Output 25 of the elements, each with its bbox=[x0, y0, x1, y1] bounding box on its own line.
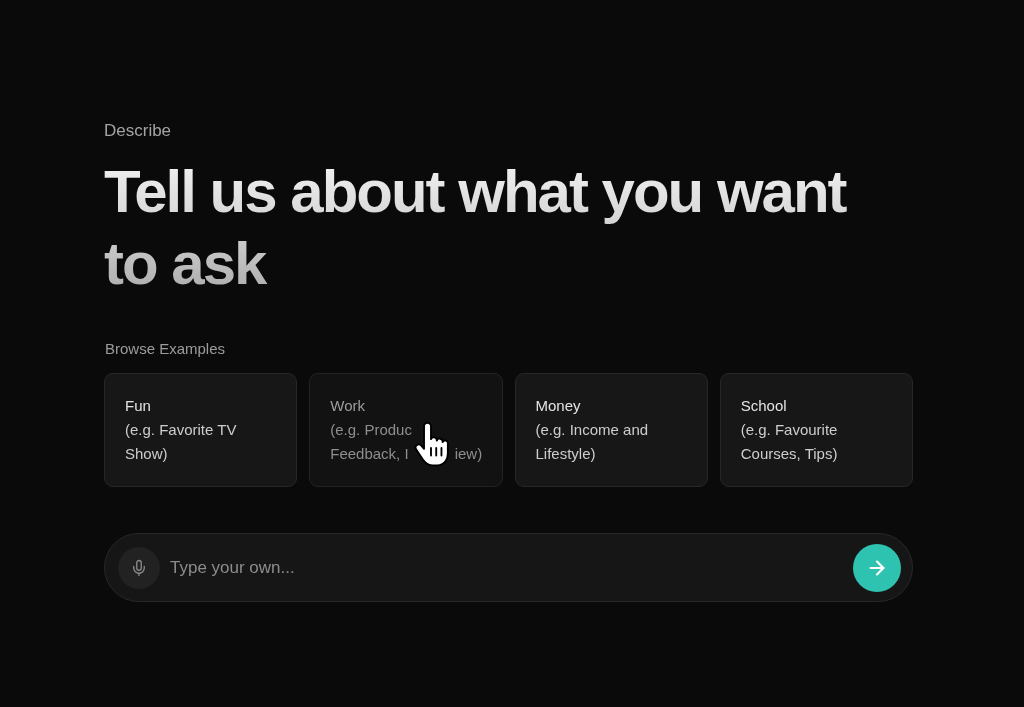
card-description: (e.g. Favourite bbox=[740, 420, 838, 440]
card-description: Feedback, I bbox=[330, 444, 409, 464]
card-description: iew) bbox=[454, 444, 483, 464]
card-description: (e.g. Produc bbox=[330, 420, 412, 440]
card-title: Fun bbox=[125, 396, 151, 416]
card-description: Show) bbox=[125, 444, 168, 464]
message-field[interactable]: Type your own... bbox=[104, 533, 913, 602]
send-button[interactable] bbox=[853, 543, 901, 592]
card-title: School bbox=[740, 396, 787, 416]
card-description: (e.g. Income and bbox=[535, 420, 649, 440]
example-card[interactable]: Work (e.g. Produc Feedback, I iew) bbox=[309, 373, 503, 487]
microphone-button[interactable] bbox=[118, 546, 160, 589]
card-description: Courses, Tips) bbox=[740, 444, 838, 464]
card-title: Work bbox=[330, 396, 365, 416]
section-eyebrow: Describe bbox=[104, 121, 172, 141]
hand-cursor-icon bbox=[412, 422, 449, 468]
example-card[interactable]: Fun (e.g. Favorite TV Show) bbox=[104, 373, 298, 487]
card-title: Money bbox=[535, 396, 581, 416]
message-input[interactable]: Type your own... bbox=[170, 552, 843, 583]
browse-examples-label: Browse Examples bbox=[105, 340, 226, 358]
microphone-icon bbox=[130, 558, 148, 577]
example-card[interactable]: Money (e.g. Income and Lifestyle) bbox=[514, 373, 708, 487]
card-description: (e.g. Favorite TV bbox=[125, 420, 237, 440]
example-card[interactable]: School (e.g. Favourite Courses, Tips) bbox=[719, 373, 913, 487]
card-description: Lifestyle) bbox=[535, 444, 596, 464]
